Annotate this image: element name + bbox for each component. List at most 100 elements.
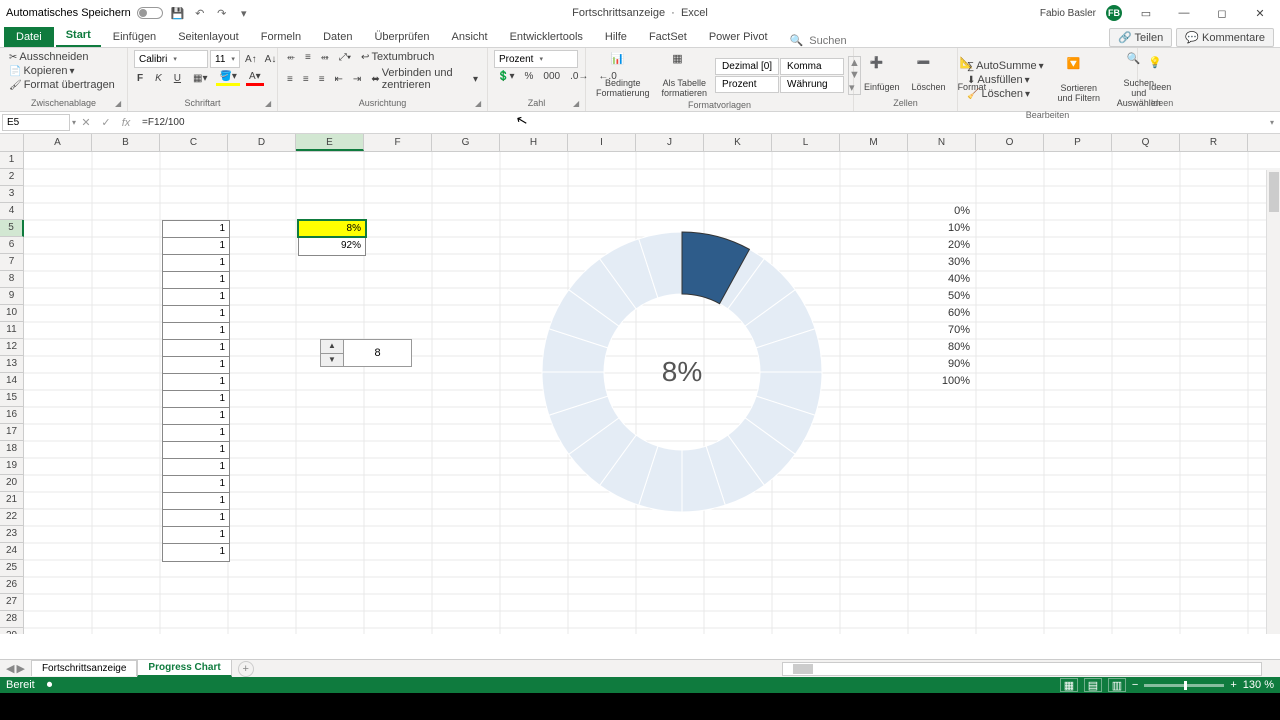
row-header[interactable]: 1 <box>0 152 24 169</box>
add-sheet-button[interactable]: + <box>238 661 254 677</box>
user-avatar[interactable]: FB <box>1106 5 1122 21</box>
sheet-nav-prev-icon[interactable]: ◀ <box>6 662 14 675</box>
column-header[interactable]: D <box>228 134 296 151</box>
redo-icon[interactable]: ↷ <box>215 6 229 20</box>
row-header[interactable]: 5 <box>0 220 24 237</box>
select-all-corner[interactable] <box>0 134 24 152</box>
column-header[interactable]: L <box>772 134 840 151</box>
sheet-tab-progress-chart[interactable]: Progress Chart <box>137 659 231 677</box>
row-header[interactable]: 21 <box>0 492 24 509</box>
cell[interactable]: 1 <box>163 323 229 340</box>
toggle-switch-icon[interactable] <box>137 7 163 19</box>
spinner-control[interactable]: ▲ ▼ 8 <box>320 339 412 367</box>
align-left-icon[interactable]: ≡ <box>284 73 296 86</box>
cut-button[interactable]: ✂ Ausschneiden <box>6 50 92 64</box>
progress-donut-chart[interactable]: 8% <box>534 224 830 520</box>
zoom-level[interactable]: 130 % <box>1243 679 1274 691</box>
cell[interactable]: 1 <box>163 459 229 476</box>
tab-developer[interactable]: Entwicklertools <box>500 27 593 47</box>
row-header[interactable]: 12 <box>0 339 24 356</box>
increase-font-icon[interactable]: A↑ <box>242 50 260 68</box>
cell[interactable]: 1 <box>163 527 229 544</box>
font-size-select[interactable]: 11 <box>210 50 240 68</box>
column-header[interactable]: N <box>908 134 976 151</box>
row-header[interactable]: 19 <box>0 458 24 475</box>
column-header[interactable]: K <box>704 134 772 151</box>
align-bottom-icon[interactable]: ⬵ <box>318 51 332 64</box>
row-header[interactable]: 9 <box>0 288 24 305</box>
cell-e6[interactable]: 92% <box>299 238 365 255</box>
currency-icon[interactable]: 💲▾ <box>494 70 517 83</box>
row-header[interactable]: 18 <box>0 441 24 458</box>
ribbon-display-icon[interactable]: ▭ <box>1132 2 1160 24</box>
column-header[interactable]: O <box>976 134 1044 151</box>
column-header[interactable]: I <box>568 134 636 151</box>
cell[interactable]: 1 <box>163 289 229 306</box>
page-layout-view-icon[interactable]: ▤ <box>1084 678 1102 692</box>
cell[interactable]: 1 <box>163 374 229 391</box>
row-header[interactable]: 27 <box>0 594 24 611</box>
column-header[interactable]: C <box>160 134 228 151</box>
column-header[interactable]: H <box>500 134 568 151</box>
save-icon[interactable]: 💾 <box>171 6 185 20</box>
zoom-in-button[interactable]: + <box>1230 679 1236 691</box>
row-header[interactable]: 6 <box>0 237 24 254</box>
column-header[interactable]: E <box>296 134 364 151</box>
indent-dec-icon[interactable]: ⇤ <box>332 73 346 86</box>
search-input[interactable] <box>809 35 909 47</box>
tab-view[interactable]: Ansicht <box>441 27 497 47</box>
sheet-tab-fortschritt[interactable]: Fortschrittsanzeige <box>31 660 137 676</box>
zoom-out-button[interactable]: − <box>1132 679 1138 691</box>
row-header[interactable]: 15 <box>0 390 24 407</box>
cell-style-comma[interactable]: Komma <box>780 58 844 75</box>
row-header[interactable]: 2 <box>0 169 24 186</box>
row-header[interactable]: 8 <box>0 271 24 288</box>
bold-button[interactable]: F <box>134 70 146 86</box>
comma-icon[interactable]: 000 <box>540 70 563 83</box>
format-painter-button[interactable]: 🖌 Format übertragen <box>6 78 118 92</box>
tab-formulas[interactable]: Formeln <box>251 27 311 47</box>
cell[interactable]: 1 <box>163 408 229 425</box>
name-box[interactable] <box>2 114 70 131</box>
cell[interactable]: 1 <box>163 221 229 238</box>
cell[interactable]: 1 <box>163 357 229 374</box>
dialog-launch-icon[interactable]: ◢ <box>115 99 125 109</box>
tab-help[interactable]: Hilfe <box>595 27 637 47</box>
row-header[interactable]: 26 <box>0 577 24 594</box>
column-header[interactable]: F <box>364 134 432 151</box>
insert-cells-button[interactable]: ➕Einfügen <box>860 54 904 94</box>
row-header[interactable]: 7 <box>0 254 24 271</box>
cell[interactable]: 1 <box>163 306 229 323</box>
tab-factset[interactable]: FactSet <box>639 27 697 47</box>
cell[interactable]: 1 <box>163 442 229 459</box>
percent-icon[interactable]: % <box>521 70 536 83</box>
row-header[interactable]: 17 <box>0 424 24 441</box>
column-header[interactable]: M <box>840 134 908 151</box>
column-header[interactable]: G <box>432 134 500 151</box>
cell[interactable]: 1 <box>163 476 229 493</box>
cell[interactable]: 1 <box>163 510 229 527</box>
column-header[interactable]: R <box>1180 134 1248 151</box>
cell[interactable]: 1 <box>163 255 229 272</box>
align-top-icon[interactable]: ⬴ <box>284 51 298 64</box>
row-header[interactable]: 10 <box>0 305 24 322</box>
wrap-text-button[interactable]: ↩ Textumbruch <box>358 50 437 64</box>
autosave-toggle[interactable]: Automatisches Speichern <box>6 7 163 19</box>
sheet-nav-next-icon[interactable]: ▶ <box>16 662 24 675</box>
font-name-select[interactable]: Calibri <box>134 50 208 68</box>
row-header[interactable]: 14 <box>0 373 24 390</box>
row-header[interactable]: 23 <box>0 526 24 543</box>
border-button[interactable]: ▦▾ <box>190 70 210 86</box>
horizontal-scrollbar[interactable] <box>782 662 1262 676</box>
cell-style-decimal[interactable]: Dezimal [0] <box>715 58 779 75</box>
row-header[interactable]: 24 <box>0 543 24 560</box>
align-middle-icon[interactable]: ≡ <box>302 51 314 64</box>
tab-start[interactable]: Start <box>56 25 101 47</box>
sort-filter-button[interactable]: 🔽Sortieren und Filtern <box>1051 55 1107 105</box>
dialog-launch-icon[interactable]: ◢ <box>475 99 485 109</box>
autosum-button[interactable]: ∑ AutoSumme ▾ <box>964 59 1047 73</box>
cell[interactable]: 1 <box>163 340 229 357</box>
row-header[interactable]: 22 <box>0 509 24 526</box>
cell[interactable]: 1 <box>163 391 229 408</box>
minimize-icon[interactable]: — <box>1170 2 1198 24</box>
